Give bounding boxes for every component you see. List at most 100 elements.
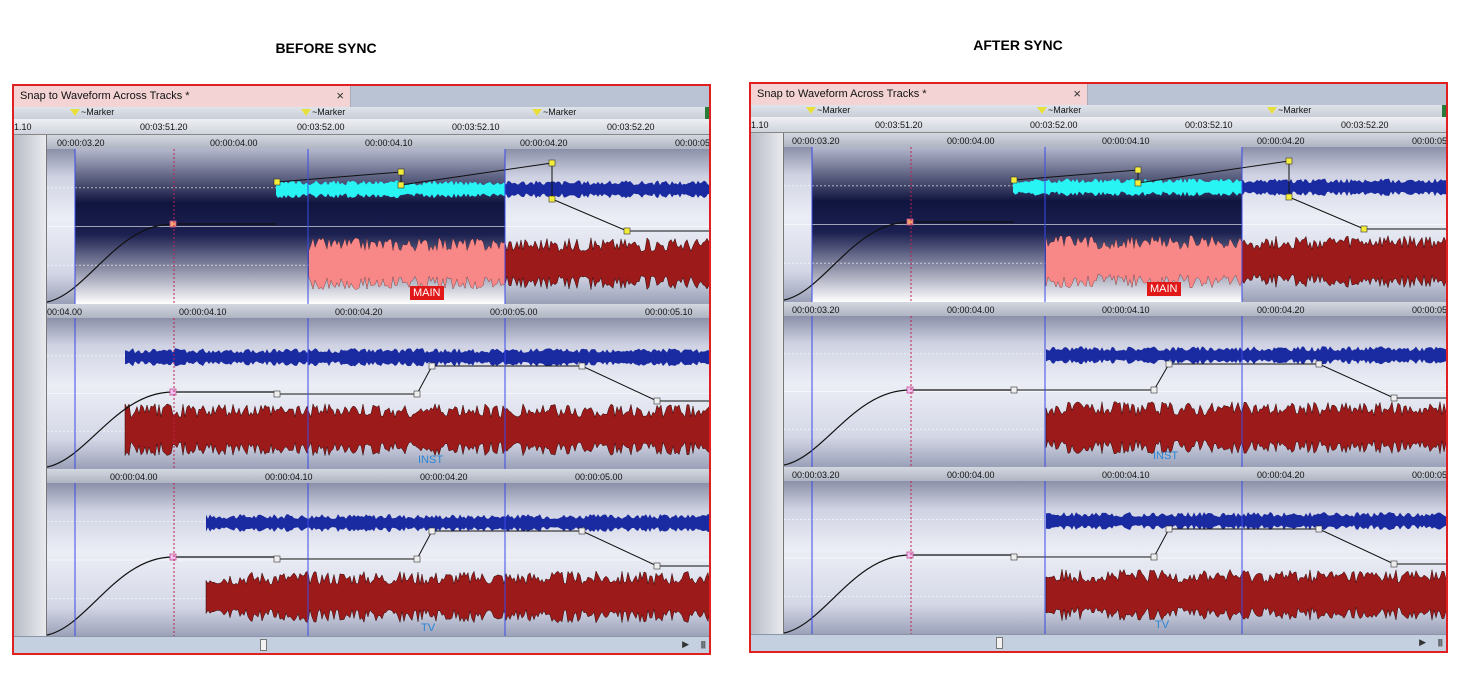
marker[interactable]: ~Marker bbox=[532, 107, 576, 117]
track-label: INST bbox=[418, 454, 444, 466]
tab-editor[interactable]: Snap to Waveform Across Tracks * × bbox=[14, 86, 351, 107]
track-time: 00:00:04.10 bbox=[1102, 136, 1150, 146]
envelope-point bbox=[906, 218, 914, 226]
track-time: 00:00:05 bbox=[675, 138, 711, 148]
envelope-point bbox=[1360, 225, 1368, 233]
track-time: 00:00:04.20 bbox=[335, 307, 383, 317]
envelope-point bbox=[1165, 360, 1173, 368]
track-time: 00:00:05.10 bbox=[645, 307, 693, 317]
track-ruler: 00:00:03.20 00:00:04.00 00:00:04.10 00:0… bbox=[784, 467, 1446, 482]
track-main[interactable]: 00:00:03.20 00:00:04.00 00:00:04.10 00:0… bbox=[751, 133, 1446, 302]
track-tv[interactable]: 00:00:04.00 00:00:04.10 00:00:04.20 00:0… bbox=[14, 469, 709, 637]
horizontal-scrollbar[interactable]: ▶ |||| bbox=[14, 636, 709, 653]
fade-curve bbox=[784, 554, 1014, 634]
marker[interactable]: ~Marker bbox=[70, 107, 114, 117]
waveform-top bbox=[125, 348, 709, 367]
track-time: 00:00:04.20 bbox=[1257, 305, 1305, 315]
track-ruler: 00:04.00 00:00:04.10 00:00:04.20 00:00:0… bbox=[47, 304, 709, 319]
marker[interactable]: ~Marker bbox=[301, 107, 345, 117]
marker[interactable]: ~Marker bbox=[806, 105, 850, 115]
grip-icon[interactable]: |||| bbox=[701, 640, 706, 649]
track-label: INST bbox=[1153, 450, 1179, 462]
track-header[interactable] bbox=[751, 133, 784, 302]
envelope-point bbox=[273, 555, 281, 563]
marker-flag-icon bbox=[70, 109, 80, 117]
envelope-point bbox=[1390, 394, 1398, 402]
waveform-area[interactable]: TV bbox=[784, 481, 1446, 635]
envelope-point bbox=[623, 227, 631, 235]
envelope-point bbox=[397, 168, 405, 176]
close-icon[interactable]: × bbox=[336, 86, 344, 106]
envelope-point bbox=[413, 390, 421, 398]
track-tv[interactable]: 00:00:03.20 00:00:04.00 00:00:04.10 00:0… bbox=[751, 467, 1446, 635]
ruler-time: 00:03:52.10 bbox=[1185, 120, 1233, 130]
track-header[interactable] bbox=[14, 304, 47, 469]
ruler-time: 1.10 bbox=[751, 120, 769, 130]
envelope-point bbox=[906, 551, 914, 559]
ruler-time: 00:03:52.00 bbox=[1030, 120, 1078, 130]
track-header[interactable] bbox=[14, 469, 47, 637]
timeline-ruler[interactable]: 1.10 00:03:51.20 00:03:52.00 00:03:52.10… bbox=[751, 117, 1446, 133]
envelope-point bbox=[548, 159, 556, 167]
envelope-point bbox=[1150, 386, 1158, 394]
grip-icon[interactable]: |||| bbox=[1438, 638, 1443, 647]
track-header[interactable] bbox=[751, 467, 784, 635]
marker[interactable]: ~Marker bbox=[1037, 105, 1081, 115]
volume-envelope bbox=[277, 530, 709, 567]
scroll-thumb[interactable] bbox=[260, 639, 267, 651]
panel-after: Snap to Waveform Across Tracks * × ~Mark… bbox=[749, 82, 1448, 653]
panel-before: Snap to Waveform Across Tracks * × ~Mark… bbox=[12, 84, 711, 655]
track-inst[interactable]: 00:00:03.20 00:00:04.00 00:00:04.10 00:0… bbox=[751, 302, 1446, 467]
volume-envelope bbox=[1014, 528, 1446, 565]
tab-editor[interactable]: Snap to Waveform Across Tracks * × bbox=[751, 84, 1088, 105]
track-time: 00:00:04.00 bbox=[947, 470, 995, 480]
track-time: 00:00:03.20 bbox=[57, 138, 105, 148]
envelope-point bbox=[1134, 166, 1142, 174]
track-time: 00:00:04.10 bbox=[179, 307, 227, 317]
marker[interactable]: ~Marker bbox=[1267, 105, 1311, 115]
scroll-right-icon[interactable]: ▶ bbox=[1419, 637, 1426, 648]
track-header[interactable] bbox=[751, 302, 784, 467]
envelope-point bbox=[1010, 553, 1018, 561]
waveform-bottom bbox=[205, 570, 709, 624]
envelope-point bbox=[169, 388, 177, 396]
scroll-right-icon[interactable]: ▶ bbox=[682, 639, 689, 650]
track-label: MAIN bbox=[1147, 282, 1181, 296]
waveform-bottom bbox=[124, 402, 709, 457]
ruler-time: 00:03:52.10 bbox=[452, 122, 500, 132]
waveform-main bbox=[47, 149, 709, 304]
timeline-ruler[interactable]: 1.10 00:03:51.20 00:03:52.00 00:03:52.10… bbox=[14, 119, 709, 135]
waveform-area[interactable]: MAIN bbox=[784, 147, 1446, 302]
ruler-time: 00:03:51.20 bbox=[140, 122, 188, 132]
envelope-point bbox=[653, 562, 661, 570]
waveform-area[interactable]: INST bbox=[784, 316, 1446, 467]
horizontal-scrollbar[interactable]: ▶ |||| bbox=[751, 634, 1446, 651]
caption-after: AFTER SYNC bbox=[973, 37, 1063, 53]
envelope-point bbox=[428, 362, 436, 370]
track-inst[interactable]: 00:04.00 00:00:04.10 00:00:04.20 00:00:0… bbox=[14, 304, 709, 469]
envelope-point bbox=[1165, 525, 1173, 533]
track-main[interactable]: 00:00:03.20 00:00:04.00 00:00:04.10 00:0… bbox=[14, 135, 709, 304]
waveform-inst bbox=[47, 318, 709, 469]
track-time: 00:00:04.20 bbox=[420, 472, 468, 482]
track-header[interactable] bbox=[14, 135, 47, 304]
marker-flag-icon bbox=[806, 107, 816, 115]
scroll-thumb[interactable] bbox=[996, 637, 1003, 649]
close-icon[interactable]: × bbox=[1073, 84, 1081, 104]
envelope-point bbox=[548, 195, 556, 203]
marker-flag-icon bbox=[1037, 107, 1047, 115]
waveform-area[interactable]: INST bbox=[47, 318, 709, 469]
track-time: 00:00:03.20 bbox=[792, 470, 840, 480]
envelope-point bbox=[428, 527, 436, 535]
track-time: 00:00:05 bbox=[1412, 305, 1448, 315]
waveform-bottom bbox=[1045, 568, 1446, 622]
tab-bar: Snap to Waveform Across Tracks * × bbox=[751, 84, 1446, 105]
envelope-point bbox=[413, 555, 421, 563]
waveform-area[interactable]: TV bbox=[47, 483, 709, 637]
envelope-point bbox=[1010, 386, 1018, 394]
waveform-area[interactable]: MAIN bbox=[47, 149, 709, 304]
track-ruler: 00:00:03.20 00:00:04.00 00:00:04.10 00:0… bbox=[47, 135, 709, 150]
track-time: 00:00:04.20 bbox=[1257, 470, 1305, 480]
marker-flag-icon bbox=[532, 109, 542, 117]
envelope-point bbox=[1010, 176, 1018, 184]
